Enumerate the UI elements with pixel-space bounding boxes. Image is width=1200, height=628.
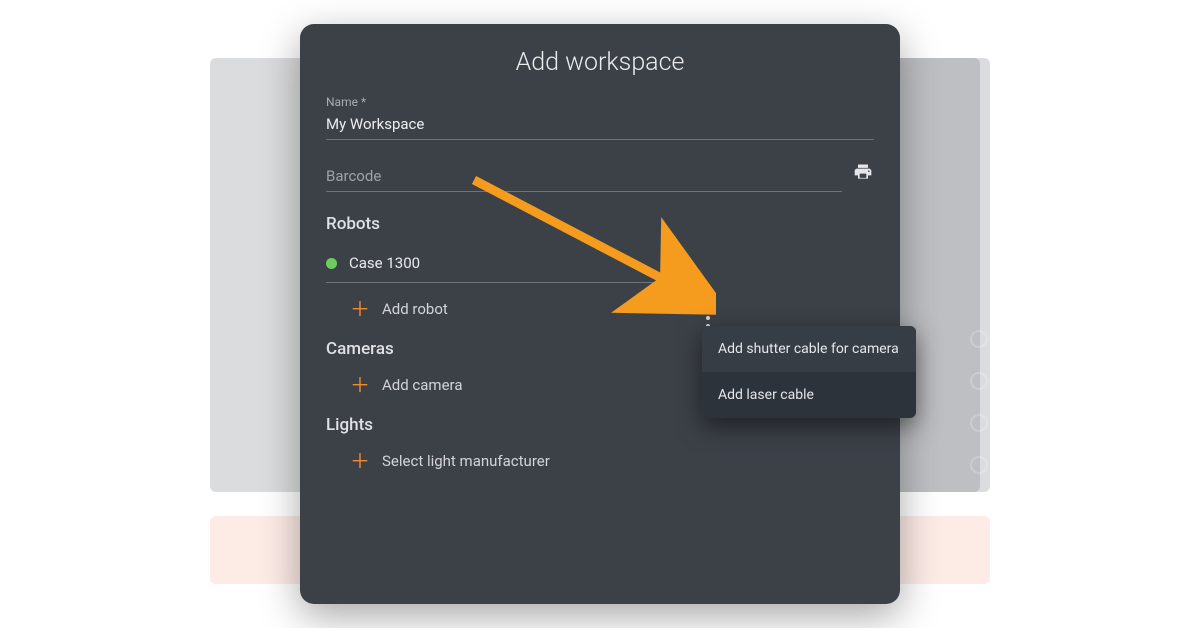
background-icon-column	[970, 330, 988, 474]
name-label: Name *	[326, 95, 874, 109]
print-icon[interactable]	[852, 162, 874, 192]
menu-item-add-shutter-cable[interactable]: Add shutter cable for camera	[702, 326, 916, 372]
lights-section-title: Lights	[326, 415, 874, 435]
status-dot-icon	[326, 258, 337, 269]
add-camera-label: Add camera	[382, 376, 463, 394]
add-robot-button[interactable]: ＋ Add robot	[350, 299, 874, 319]
robot-name: Case 1300	[349, 254, 664, 272]
barcode-input[interactable]	[326, 163, 842, 192]
robot-select[interactable]: Case 1300	[326, 248, 686, 283]
add-robot-label: Add robot	[382, 300, 448, 318]
name-field-wrapper: Name *	[326, 95, 874, 140]
plus-icon: ＋	[350, 299, 370, 319]
robots-section-title: Robots	[326, 214, 874, 234]
plus-icon: ＋	[350, 375, 370, 395]
robot-options-menu: Add shutter cable for camera Add laser c…	[702, 326, 916, 418]
modal-title: Add workspace	[326, 48, 874, 77]
barcode-field-wrapper	[326, 162, 874, 192]
menu-item-add-laser-cable[interactable]: Add laser cable	[702, 372, 916, 418]
select-light-manufacturer-button[interactable]: ＋ Select light manufacturer	[350, 451, 874, 471]
name-input[interactable]	[326, 111, 874, 140]
plus-icon: ＋	[350, 451, 370, 471]
chevron-down-icon	[676, 260, 686, 266]
add-workspace-modal: Add workspace Name * Robots Case 1300 ＋ …	[300, 24, 900, 604]
select-light-label: Select light manufacturer	[382, 452, 550, 470]
